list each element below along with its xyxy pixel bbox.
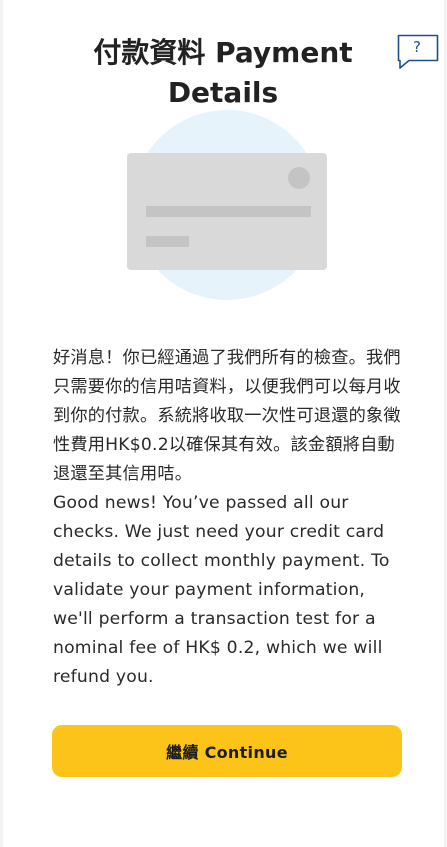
credit-card-illustration <box>3 110 444 310</box>
payment-info-message: 好消息！你已經通過了我們所有的檢查。我們只需要你的信用咭資料，以便我們可以每月收… <box>53 344 403 692</box>
message-chinese: 好消息！你已經通過了我們所有的檢查。我們只需要你的信用咭資料，以便我們可以每月收… <box>53 348 401 484</box>
credit-card-icon <box>127 153 327 270</box>
help-button[interactable]: ? <box>397 34 439 70</box>
message-english: Good news! You’ve passed all our checks.… <box>53 493 390 687</box>
help-icon-label: ? <box>413 38 421 56</box>
continue-button[interactable]: 繼續 Continue <box>52 725 402 777</box>
payment-details-screen: 付款資料 Payment Details ? 好消息！你已經通過了我們所有的檢查… <box>3 0 444 847</box>
page-title: 付款資料 Payment Details <box>93 35 353 109</box>
